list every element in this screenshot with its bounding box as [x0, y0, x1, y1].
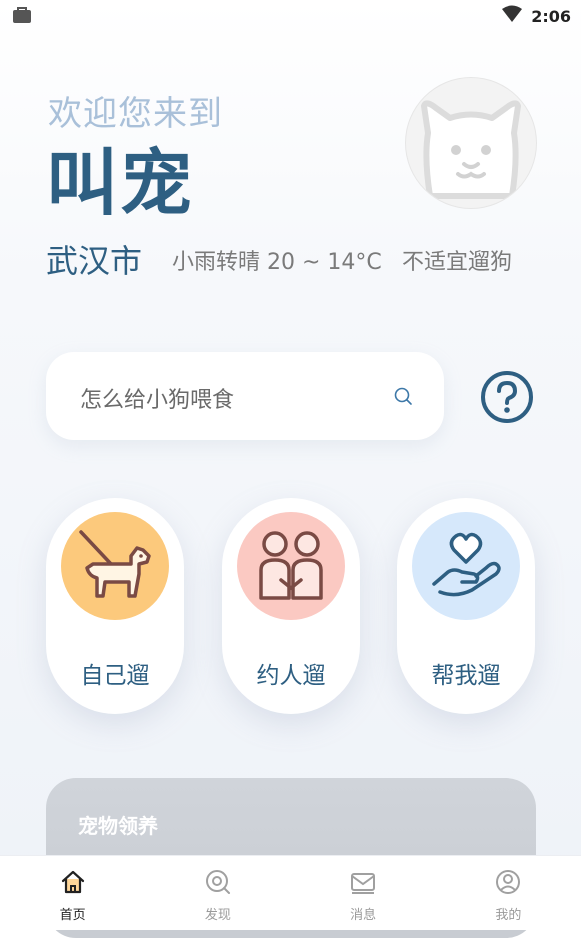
nav-discover[interactable]: 发现	[145, 856, 290, 930]
nav-label: 首页	[59, 908, 86, 923]
avatar[interactable]	[406, 78, 536, 208]
nav-home[interactable]: 首页	[0, 856, 145, 930]
heart-hand-icon	[432, 532, 501, 597]
mail-icon	[351, 873, 376, 894]
nav-label: 发现	[204, 908, 231, 923]
question-circle-icon[interactable]	[480, 370, 534, 424]
walk-advice: 不适宜遛狗	[402, 250, 513, 275]
city-name[interactable]: 武汉市	[46, 236, 142, 282]
search-bar[interactable]: 怎么给小狗喂食	[46, 352, 444, 440]
bottom-nav: 首页 发现 消息 我的	[0, 856, 581, 930]
action-label: 自己遛	[80, 663, 150, 689]
discover-icon	[205, 870, 230, 894]
nav-label: 我的	[495, 908, 522, 923]
search-icon[interactable]	[392, 385, 414, 407]
nav-label: 消息	[350, 908, 377, 923]
bag-icon	[12, 6, 32, 24]
action-label: 帮我遛	[431, 663, 501, 689]
weather-condition: 小雨转晴 20 ~ 14°C	[172, 250, 382, 275]
action-label: 约人遛	[256, 663, 326, 689]
walk-together-card[interactable]: 约人遛	[222, 498, 360, 714]
dog-face-icon	[421, 100, 521, 199]
action-icon-circle	[61, 512, 169, 620]
dog-leash-icon	[79, 530, 151, 598]
home-icon	[61, 870, 84, 894]
action-icon-circle	[412, 512, 520, 620]
adoption-title: 宠物领养	[78, 814, 158, 838]
action-icon-circle	[237, 512, 345, 620]
walk-for-me-card[interactable]: 帮我遛	[397, 498, 535, 714]
status-bar: 2:06	[0, 0, 581, 32]
status-time: 2:06	[531, 6, 571, 26]
couple-icon	[259, 531, 323, 600]
wifi-icon	[501, 5, 523, 27]
search-input[interactable]: 怎么给小狗喂食	[80, 382, 234, 414]
nav-profile[interactable]: 我的	[436, 856, 581, 930]
nav-messages[interactable]: 消息	[291, 856, 436, 930]
walk-myself-card[interactable]: 自己遛	[46, 498, 184, 714]
app-title: 叫宠	[46, 141, 195, 225]
profile-icon	[496, 870, 521, 894]
